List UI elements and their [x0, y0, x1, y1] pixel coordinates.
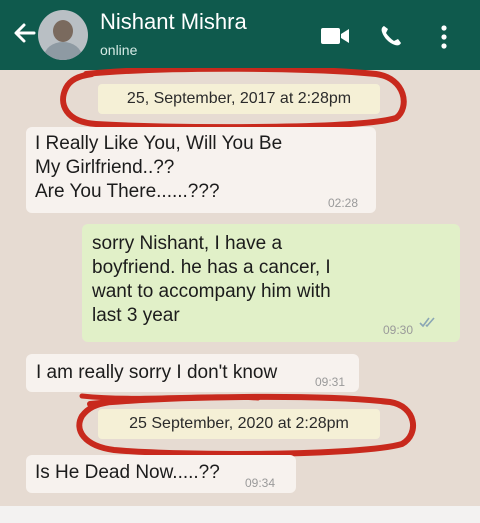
avatar[interactable]: [38, 10, 88, 60]
message-text: Is He Dead Now.....??: [35, 462, 220, 483]
message-bubble-incoming[interactable]: I Really Like You, Will You Be My Girlfr…: [26, 127, 376, 213]
bottom-edge: [0, 506, 480, 523]
phone-icon[interactable]: [379, 24, 403, 48]
date-chip: 25, September, 2017 at 2:28pm: [98, 84, 380, 114]
more-options-icon[interactable]: [437, 24, 451, 50]
message-bubble-outgoing[interactable]: sorry Nishant, I have a boyfriend. he ha…: [82, 224, 460, 342]
message-timestamp: 09:34: [245, 476, 276, 490]
video-call-icon[interactable]: [320, 24, 350, 48]
contact-name[interactable]: Nishant Mishra: [100, 9, 247, 35]
message-bubble-incoming[interactable]: I am really sorry I don't know 09:31: [26, 354, 359, 392]
double-check-icon: [419, 317, 435, 328]
message-text: I am really sorry I don't know: [36, 362, 278, 383]
contact-status: online: [100, 42, 138, 58]
message-text: sorry Nishant, I have a boyfriend. he ha…: [92, 233, 331, 326]
message-bubble-incoming[interactable]: Is He Dead Now.....?? 09:34: [26, 455, 296, 493]
back-arrow-icon[interactable]: [10, 18, 40, 48]
date-chip: 25 September, 2020 at 2:28pm: [98, 409, 380, 439]
message-timestamp: 09:30: [383, 323, 414, 337]
message-text: I Really Like You, Will You Be My Girlfr…: [35, 133, 283, 202]
message-timestamp: 09:31: [315, 375, 346, 389]
chat-header: Nishant Mishra online: [0, 0, 480, 70]
message-timestamp: 02:28: [328, 196, 359, 210]
